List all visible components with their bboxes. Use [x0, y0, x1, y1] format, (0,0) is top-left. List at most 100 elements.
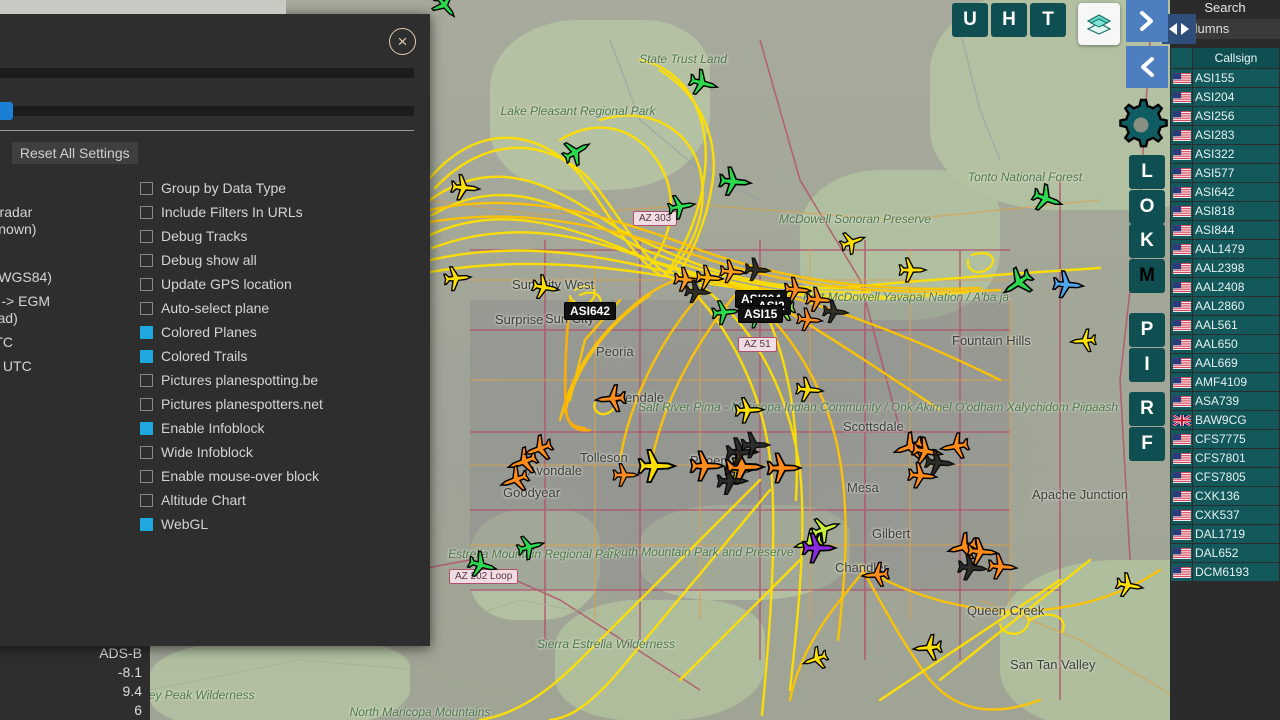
- table-row[interactable]: ASI818: [1170, 201, 1280, 221]
- table-row[interactable]: CFS7801: [1170, 448, 1280, 468]
- t-button[interactable]: T: [1030, 3, 1066, 37]
- checkbox[interactable]: [140, 278, 153, 291]
- callsign-cell[interactable]: CFS7805: [1192, 467, 1280, 487]
- table-row[interactable]: DCM6193: [1170, 562, 1280, 582]
- table-row[interactable]: CFS7775: [1170, 429, 1280, 449]
- left-option-10[interactable]: ark Mode: [0, 454, 134, 471]
- callsign-cell[interactable]: AAL2860: [1192, 296, 1280, 316]
- aircraft-callsign-label[interactable]: ASI15: [738, 305, 784, 323]
- right-option-5[interactable]: Auto-select plane: [140, 300, 408, 317]
- checkbox[interactable]: [140, 470, 153, 483]
- size-multiplier-slider-thumb[interactable]: [0, 102, 13, 120]
- callsign-cell[interactable]: DCM6193: [1192, 562, 1280, 582]
- callsign-cell[interactable]: CFS7775: [1192, 429, 1280, 449]
- side-button-i[interactable]: I: [1129, 348, 1165, 382]
- table-row[interactable]: ASA739: [1170, 391, 1280, 411]
- callsign-cell[interactable]: CXK537: [1192, 505, 1280, 525]
- reset-all-settings-button[interactable]: Reset All Settings: [11, 142, 138, 164]
- checkbox[interactable]: [140, 254, 153, 267]
- table-row[interactable]: ASI322: [1170, 144, 1280, 164]
- left-option-2[interactable]: ast Leg only: [0, 245, 134, 262]
- layers-button[interactable]: [1078, 3, 1120, 45]
- callsign-column-header[interactable]: Callsign: [1192, 47, 1280, 69]
- side-button-f[interactable]: F: [1129, 427, 1165, 461]
- left-option-7[interactable]: maller wind labels: [0, 382, 134, 399]
- side-button-p[interactable]: P: [1129, 313, 1165, 347]
- left-option-1[interactable]: on-ICAO Targets (radar ack / airframe un…: [0, 204, 134, 238]
- right-option-6[interactable]: Colored Planes: [140, 324, 408, 341]
- table-row[interactable]: CFS7805: [1170, 467, 1280, 487]
- callsign-cell[interactable]: ASI256: [1192, 106, 1280, 126]
- callsign-cell[interactable]: AAL1479: [1192, 239, 1280, 259]
- h-button[interactable]: H: [991, 3, 1027, 37]
- table-row[interactable]: CXK136: [1170, 486, 1280, 506]
- flag-column-header[interactable]: [1170, 47, 1193, 69]
- table-row[interactable]: DAL652: [1170, 543, 1280, 563]
- table-row[interactable]: ASI844: [1170, 220, 1280, 240]
- side-button-r[interactable]: R: [1129, 392, 1165, 426]
- icon-size-slider[interactable]: [0, 68, 414, 78]
- table-row[interactable]: ASI155: [1170, 68, 1280, 88]
- callsign-cell[interactable]: AAL2408: [1192, 277, 1280, 297]
- checkbox[interactable]: [140, 182, 153, 195]
- table-row[interactable]: AMF4109: [1170, 372, 1280, 392]
- collapse-left-button[interactable]: [1126, 46, 1168, 88]
- table-row[interactable]: AAL2408: [1170, 277, 1280, 297]
- callsign-cell[interactable]: CFS7801: [1192, 448, 1280, 468]
- table-row[interactable]: DAL1719: [1170, 524, 1280, 544]
- left-option-13[interactable]: [0, 524, 134, 539]
- callsign-cell[interactable]: AAL561: [1192, 315, 1280, 335]
- right-option-2[interactable]: Debug Tracks: [140, 228, 408, 245]
- checkbox[interactable]: [140, 518, 153, 531]
- right-option-11[interactable]: Wide Infoblock: [140, 444, 408, 461]
- checkbox[interactable]: [140, 326, 153, 339]
- left-option-0[interactable]: round Vehicles: [0, 180, 134, 197]
- callsign-cell[interactable]: ASI322: [1192, 144, 1280, 164]
- table-row[interactable]: AAL669: [1170, 353, 1280, 373]
- side-button-k[interactable]: K: [1129, 224, 1165, 258]
- right-option-12[interactable]: Enable mouse-over block: [140, 468, 408, 485]
- callsign-cell[interactable]: ASI577: [1192, 163, 1280, 183]
- checkbox[interactable]: [140, 494, 153, 507]
- side-button-o[interactable]: O: [1129, 190, 1165, 224]
- checkbox[interactable]: [140, 374, 153, 387]
- expand-right-button[interactable]: [1126, 0, 1168, 42]
- left-option-4[interactable]: eom. alt.: WGS84 -> EGM onversion (long …: [0, 293, 134, 327]
- callsign-cell[interactable]: ASI155: [1192, 68, 1280, 88]
- u-button[interactable]: U: [952, 3, 988, 37]
- right-option-9[interactable]: Pictures planespotters.net: [140, 396, 408, 413]
- table-row[interactable]: ASI204: [1170, 87, 1280, 107]
- table-row[interactable]: BAW9CG: [1170, 410, 1280, 430]
- table-row[interactable]: AAL2398: [1170, 258, 1280, 278]
- left-option-3[interactable]: abels: geom. alt. (WGS84): [0, 269, 134, 286]
- checkbox[interactable]: [140, 446, 153, 459]
- callsign-cell[interactable]: AAL669: [1192, 353, 1280, 373]
- size-multiplier-slider[interactable]: [0, 102, 414, 120]
- left-option-8[interactable]: abel units: [0, 406, 134, 423]
- table-row[interactable]: AAL2860: [1170, 296, 1280, 316]
- aircraft-callsign-label[interactable]: ASI642: [564, 302, 617, 320]
- left-option-9[interactable]: arker Colors: [0, 430, 134, 447]
- left-option-5[interactable]: ve track labels: UTC: [0, 334, 134, 351]
- checkbox[interactable]: [140, 422, 153, 435]
- right-option-4[interactable]: Update GPS location: [140, 276, 408, 293]
- side-button-l[interactable]: L: [1129, 155, 1165, 189]
- callsign-cell[interactable]: ASI818: [1192, 201, 1280, 221]
- table-row[interactable]: AAL561: [1170, 315, 1280, 335]
- checkbox[interactable]: [140, 230, 153, 243]
- callsign-cell[interactable]: AAL650: [1192, 334, 1280, 354]
- right-option-13[interactable]: Altitude Chart: [140, 492, 408, 509]
- left-option-12[interactable]: [0, 502, 134, 517]
- table-row[interactable]: ASI283: [1170, 125, 1280, 145]
- table-row[interactable]: AAL1479: [1170, 239, 1280, 259]
- side-button-m[interactable]: M: [1129, 259, 1165, 293]
- callsign-cell[interactable]: ASI204: [1192, 87, 1280, 107]
- right-option-7[interactable]: Colored Trails: [140, 348, 408, 365]
- table-row[interactable]: ASI642: [1170, 182, 1280, 202]
- table-row[interactable]: ASI577: [1170, 163, 1280, 183]
- right-option-8[interactable]: Pictures planespotting.be: [140, 372, 408, 389]
- left-option-11[interactable]: m Map: [0, 478, 134, 495]
- right-option-10[interactable]: Enable Infoblock: [140, 420, 408, 437]
- left-option-6[interactable]: storic track labels: UTC: [0, 358, 134, 375]
- checkbox[interactable]: [140, 398, 153, 411]
